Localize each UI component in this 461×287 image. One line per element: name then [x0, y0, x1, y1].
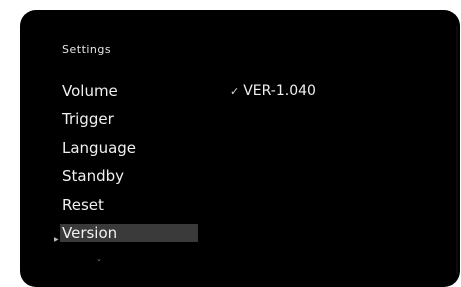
menu-item-volume[interactable]: Volume: [62, 82, 118, 100]
chevron-down-icon: ⌄: [96, 255, 102, 263]
version-value: ✓ VER-1.040: [230, 82, 316, 101]
triangle-right-icon: ▶: [54, 236, 59, 243]
version-text: VER-1.040: [243, 83, 316, 99]
check-icon: ✓: [230, 85, 240, 98]
menu-item-reset[interactable]: Reset: [62, 196, 104, 214]
menu-item-trigger[interactable]: Trigger: [62, 110, 114, 128]
settings-screen: Settings Volume Trigger Language Standby…: [20, 10, 460, 287]
menu-item-standby[interactable]: Standby: [62, 167, 124, 185]
menu-item-language[interactable]: Language: [62, 139, 136, 157]
page-title: Settings: [62, 43, 112, 56]
menu-item-version[interactable]: Version: [60, 224, 198, 242]
scrollbar-track[interactable]: [456, 26, 458, 274]
